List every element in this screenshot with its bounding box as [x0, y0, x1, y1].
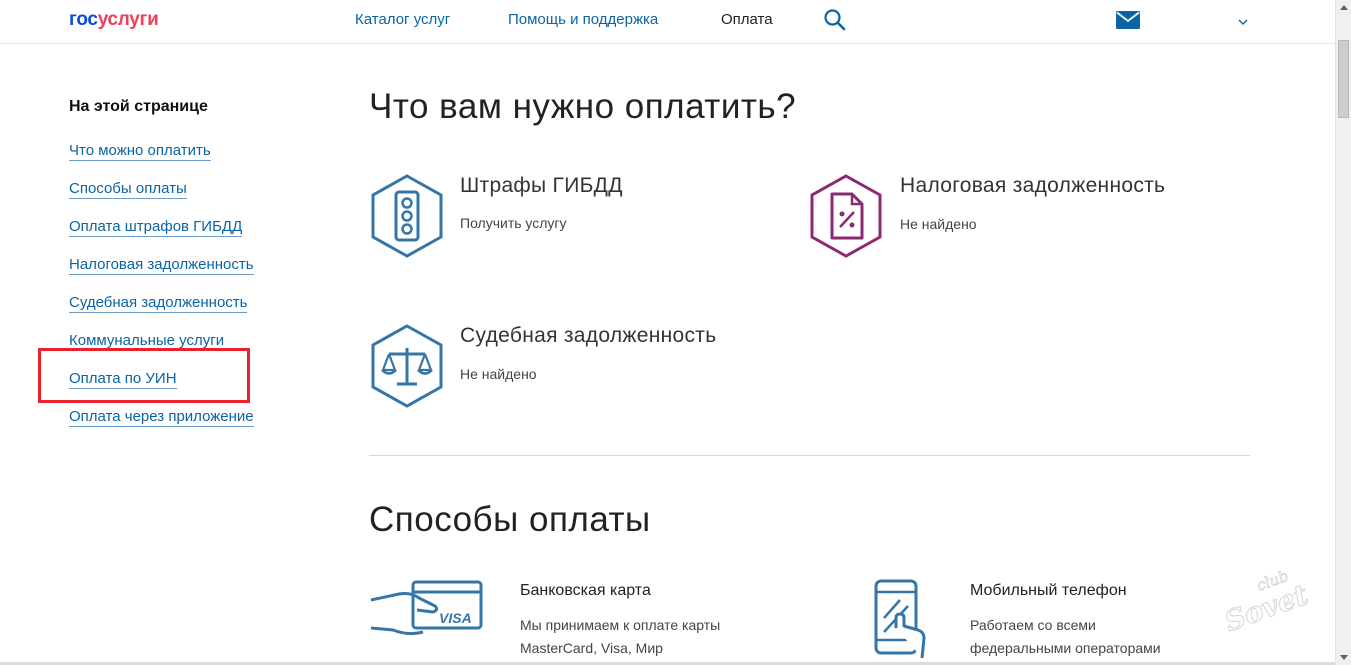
payment-mobile-title: Мобильный телефон — [970, 582, 1127, 599]
club-sovet-watermark: club Sovet — [1212, 560, 1327, 638]
service-gibdd-title[interactable]: Штрафы ГИБДД — [460, 174, 623, 198]
chevron-down-icon[interactable] — [1237, 14, 1249, 25]
sidebar-link-what-to-pay[interactable]: Что можно оплатить — [69, 142, 211, 161]
scrollbar-thumb[interactable] — [1338, 40, 1349, 118]
sidebar-link-gibdd-fines[interactable]: Оплата штрафов ГИБДД — [69, 218, 243, 237]
section-divider — [369, 455, 1250, 456]
mail-icon[interactable] — [1116, 11, 1140, 29]
scroll-down-arrow-icon[interactable] — [1336, 649, 1351, 665]
nav-help[interactable]: Помощь и поддержка — [508, 11, 658, 28]
logo-part-uslugi: услуги — [97, 9, 159, 30]
payment-card-title: Банковская карта — [520, 582, 651, 599]
payment-mobile-desc-line2: федеральными операторами — [970, 640, 1161, 656]
sidebar-link-court-debt[interactable]: Судебная задолженность — [69, 294, 248, 313]
sidebar-link-tax-debt[interactable]: Налоговая задолженность — [69, 256, 254, 275]
service-court-title[interactable]: Судебная задолженность — [460, 324, 716, 348]
vertical-scrollbar[interactable] — [1335, 0, 1351, 665]
card-visa-label: VISA — [439, 610, 472, 626]
logo-part-gos: гос — [69, 9, 98, 30]
service-tax-subtitle: Не найдено — [900, 216, 977, 232]
service-court-subtitle: Не найдено — [460, 366, 537, 382]
tax-document-icon[interactable] — [808, 174, 884, 258]
gosuslugi-logo[interactable]: госуслуги — [69, 9, 159, 31]
highlight-frame — [38, 348, 250, 403]
sidebar-title: На этой странице — [69, 98, 208, 115]
sidebar-link-app-payment[interactable]: Оплата через приложение — [69, 408, 254, 427]
payment-mobile-desc-line1: Работаем со всеми — [970, 617, 1096, 633]
sidebar-link-payment-methods[interactable]: Способы оплаты — [69, 180, 187, 199]
payment-methods-title: Способы оплаты — [369, 500, 651, 539]
mobile-phone-icon — [862, 578, 942, 660]
search-icon[interactable] — [823, 8, 847, 32]
service-tax-title[interactable]: Налоговая задолженность — [900, 174, 1165, 198]
nav-payment[interactable]: Оплата — [721, 11, 773, 28]
scroll-up-arrow-icon[interactable] — [1336, 0, 1351, 16]
traffic-light-icon[interactable] — [369, 174, 445, 258]
nav-catalog[interactable]: Каталог услуг — [355, 11, 450, 28]
service-gibdd-subtitle[interactable]: Получить услугу — [460, 215, 567, 231]
scales-icon[interactable] — [369, 324, 445, 408]
payment-mobile-desc: Работаем со всеми федеральными оператора… — [970, 614, 1210, 660]
bank-card-icon: VISA — [369, 580, 484, 648]
payment-card-desc: Мы принимаем к оплате карты MasterCard, … — [520, 614, 760, 660]
payment-card-desc-line2: MasterCard, Visa, Мир — [520, 640, 663, 656]
top-header: госуслуги Каталог услуг Помощь и поддерж… — [0, 0, 1335, 44]
payment-card-desc-line1: Мы принимаем к оплате карты — [520, 617, 721, 633]
page-title: Что вам нужно оплатить? — [369, 87, 797, 126]
